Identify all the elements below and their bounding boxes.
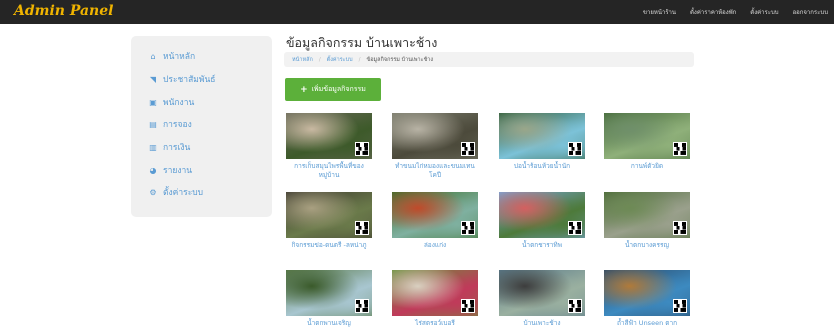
sidebar: ⌂ หน้าหลัก ◥ ประชาสัมพันธ์ ▣ พนักงาน ▤ ก…: [131, 36, 272, 217]
activity-caption[interactable]: ถ้ำสีฟ้า Unseen ตาก: [604, 319, 690, 328]
finance-icon: ▥: [149, 142, 157, 152]
activity-card[interactable]: น้ำตกชาราทิพ: [499, 192, 585, 250]
activity-card[interactable]: น้ำตกบางครรญ: [604, 192, 690, 250]
activity-caption[interactable]: กานพ์ตัวยิด: [604, 162, 690, 171]
plus-icon: +: [300, 84, 308, 95]
rss-icon: ◥: [149, 74, 157, 84]
page-title: ข้อมูลกิจกรรม บ้านเพาะช้าง: [286, 35, 438, 50]
top-navbar: Admin Panel ขายหน้าร้าน ตั้งค่าราคาห้องพ…: [0, 0, 834, 24]
sidebar-item-booking[interactable]: ▤ การจอง: [147, 117, 192, 131]
settings-icon: ⚙: [149, 187, 157, 197]
sidebar-item-label: หน้าหลัก: [163, 52, 196, 62]
qr-code-icon: [461, 299, 475, 313]
activity-card[interactable]: บ้านเพาะช้าง: [499, 270, 585, 328]
activity-photo[interactable]: [392, 192, 478, 238]
activity-photo[interactable]: [392, 113, 478, 159]
qr-code-icon: [355, 221, 369, 235]
activity-caption[interactable]: บ้านเพาะช้าง: [499, 319, 585, 328]
qr-code-icon: [673, 221, 687, 235]
activity-card[interactable]: บ่อน้ำร้อนห้วยน้ำนัก: [499, 113, 585, 171]
activity-photo[interactable]: [604, 113, 690, 159]
breadcrumb-settings-link[interactable]: ตั้งค่าระบบ: [327, 56, 353, 64]
activity-card[interactable]: ถ้ำสีฟ้า Unseen ตาก: [604, 270, 690, 328]
breadcrumb: หน้าหลัก / ตั้งค่าระบบ / ข้อมูลกิจกรรม บ…: [284, 52, 694, 67]
qr-code-icon: [673, 142, 687, 156]
sidebar-item-home[interactable]: ⌂ หน้าหลัก: [147, 49, 195, 63]
nav-room-price-link[interactable]: ตั้งค่าราคาห้องพัก: [690, 7, 736, 17]
nav-logout-link[interactable]: ออกจากระบบ: [793, 7, 828, 17]
qr-code-icon: [568, 142, 582, 156]
activity-card[interactable]: ล่องแก่ง: [392, 192, 478, 250]
activity-photo[interactable]: [604, 270, 690, 316]
activity-photo[interactable]: [286, 270, 372, 316]
activity-caption[interactable]: การเก็บสมุนไพรพื้นที่ของหมู่บ้าน: [286, 162, 372, 180]
sidebar-item-finance[interactable]: ▥ การเงิน: [147, 140, 190, 154]
sidebar-item-label: พนักงาน: [163, 98, 195, 108]
brand-logo[interactable]: Admin Panel: [14, 2, 113, 20]
staff-icon: ▣: [149, 97, 157, 107]
activity-card[interactable]: การเก็บสมุนไพรพื้นที่ของหมู่บ้าน: [286, 113, 372, 180]
qr-code-icon: [673, 299, 687, 313]
top-nav-links: ขายหน้าร้าน ตั้งค่าราคาห้องพัก ตั้งค่าระ…: [629, 0, 828, 24]
home-icon: ⌂: [150, 51, 156, 61]
qr-code-icon: [568, 221, 582, 235]
activity-photo[interactable]: [392, 270, 478, 316]
activity-caption[interactable]: น้ำตกพานเจริญ: [286, 319, 372, 328]
sidebar-item-staff[interactable]: ▣ พนักงาน: [147, 95, 194, 109]
activity-caption[interactable]: ล่องแก่ง: [392, 241, 478, 250]
activity-card[interactable]: น้ำตกพานเจริญ: [286, 270, 372, 328]
report-icon: ◕: [149, 165, 157, 175]
activity-caption[interactable]: ไร่สตรอว์เบอรี: [392, 319, 478, 328]
activity-photo[interactable]: [499, 192, 585, 238]
sidebar-item-report[interactable]: ◕ รายงาน: [147, 163, 193, 177]
add-activity-label: เพิ่มข้อมูลกิจกรรม: [311, 85, 366, 93]
add-activity-button[interactable]: + เพิ่มข้อมูลกิจกรรม: [285, 78, 381, 101]
qr-code-icon: [461, 142, 475, 156]
qr-code-icon: [568, 299, 582, 313]
nav-settings-link[interactable]: ตั้งค่าระบบ: [750, 7, 778, 17]
activity-card[interactable]: กิจกรรมข่อ-ดนตรี -ลหน่าภู: [286, 192, 372, 250]
nav-pos-link[interactable]: ขายหน้าร้าน: [643, 7, 676, 17]
sidebar-item-label: ตั้งค่าระบบ: [163, 188, 204, 198]
activity-photo[interactable]: [286, 192, 372, 238]
activity-card[interactable]: กานพ์ตัวยิด: [604, 113, 690, 171]
qr-code-icon: [355, 299, 369, 313]
breadcrumb-current: ข้อมูลกิจกรรม บ้านเพาะช้าง: [366, 56, 434, 63]
activity-caption[interactable]: น้ำตกบางครรญ: [604, 241, 690, 250]
sidebar-item-label: การจอง: [163, 120, 192, 130]
activity-caption[interactable]: กิจกรรมข่อ-ดนตรี -ลหน่าภู: [286, 241, 372, 250]
sidebar-item-label: การเงิน: [163, 143, 191, 153]
breadcrumb-home-link[interactable]: หน้าหลัก: [292, 56, 313, 64]
sidebar-item-pr[interactable]: ◥ ประชาสัมพันธ์: [147, 72, 216, 86]
activity-photo[interactable]: [499, 270, 585, 316]
qr-code-icon: [461, 221, 475, 235]
activity-photo[interactable]: [286, 113, 372, 159]
booking-icon: ▤: [149, 119, 157, 129]
sidebar-item-label: รายงาน: [163, 166, 193, 176]
activity-caption[interactable]: ทำขนมไก่หมองและขนมเทนโคปี: [392, 162, 478, 180]
activity-card[interactable]: ทำขนมไก่หมองและขนมเทนโคปี: [392, 113, 478, 180]
activity-caption[interactable]: บ่อน้ำร้อนห้วยน้ำนัก: [499, 162, 585, 171]
activity-photo[interactable]: [604, 192, 690, 238]
breadcrumb-separator: /: [358, 56, 361, 63]
sidebar-item-label: ประชาสัมพันธ์: [163, 75, 216, 85]
breadcrumb-separator: /: [318, 56, 321, 63]
activity-card[interactable]: ไร่สตรอว์เบอรี: [392, 270, 478, 328]
activity-photo[interactable]: [499, 113, 585, 159]
sidebar-item-settings[interactable]: ⚙ ตั้งค่าระบบ: [147, 185, 203, 199]
activity-caption[interactable]: น้ำตกชาราทิพ: [499, 241, 585, 250]
qr-code-icon: [355, 142, 369, 156]
